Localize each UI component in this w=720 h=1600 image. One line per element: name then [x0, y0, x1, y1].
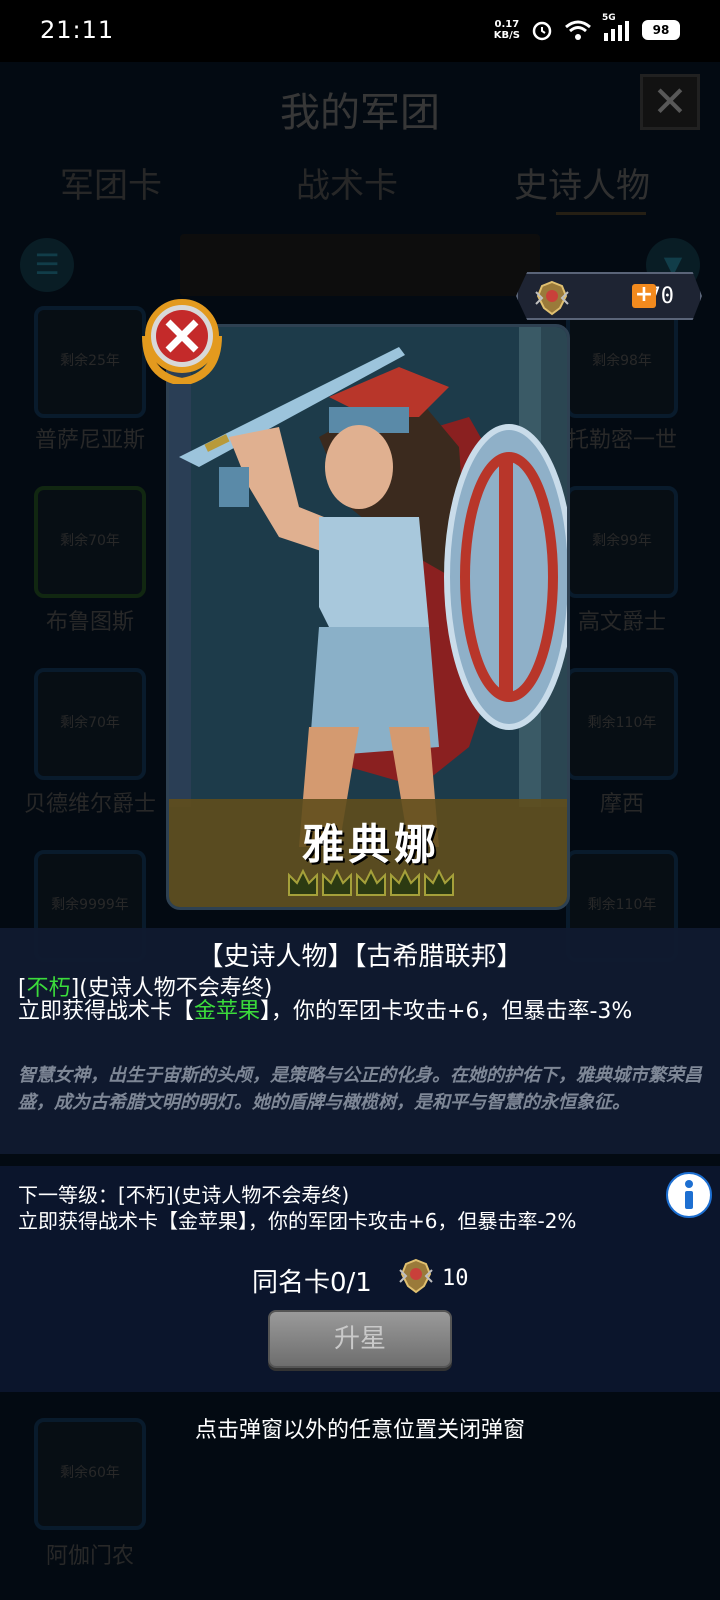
hero-card: 雅典娜: [166, 324, 570, 910]
hero-tags: 【史诗人物】【古希腊联邦】: [197, 942, 523, 972]
effect-text: 立即获得战术卡【金苹果】，你的军团卡攻击+6，但暴击率-3%: [18, 999, 633, 1024]
status-bar: 21:11 0.17 KB/S 5G 98: [0, 0, 720, 62]
next-level-effect: 立即获得战术卡【金苹果】，你的军团卡攻击+6，但暴击率-2%: [18, 1209, 577, 1233]
battery-icon: 98: [642, 20, 680, 40]
network-speed: 0.17 KB/S: [493, 19, 520, 41]
crest-icon: [535, 280, 569, 316]
signal-icon: 5G: [602, 13, 632, 41]
close-hint: 点击弹窗以外的任意位置关闭弹窗: [194, 1418, 525, 1443]
crest-icon: [399, 1258, 433, 1294]
wifi-icon: [565, 20, 591, 40]
currency-display: 70: [516, 272, 702, 320]
tactic-card-name: 金苹果: [194, 999, 261, 1024]
star-rank-crowns: [288, 868, 454, 896]
upgrade-cost: 10: [442, 1266, 469, 1291]
alarm-icon: [532, 21, 552, 41]
info-icon: [685, 1180, 693, 1209]
clock: 21:11: [40, 16, 115, 44]
warrior-class-icon: [142, 299, 222, 384]
same-name-card-count: 同名卡0/1: [252, 1268, 372, 1298]
hero-name: 雅典娜: [301, 820, 440, 869]
hero-nameplate: 雅典娜: [169, 799, 567, 907]
upgrade-star-button[interactable]: 升星: [268, 1310, 452, 1368]
add-currency-button[interactable]: +: [632, 284, 656, 308]
next-level-text: 下一等级：[不朽](史诗人物不会寿终): [18, 1183, 350, 1207]
status-icons: 0.17 KB/S 5G 98: [493, 13, 680, 42]
info-button[interactable]: [666, 1172, 712, 1218]
lore-text: 智慧女神，出生于宙斯的头颅，是策略与公正的化身。在她的护佑下，雅典城市繁荣昌盛，…: [18, 1065, 702, 1113]
hero-description-panel: 【史诗人物】【古希腊联邦】 [不朽](史诗人物不会寿终) 立即获得战术卡【金苹果…: [0, 928, 720, 1154]
